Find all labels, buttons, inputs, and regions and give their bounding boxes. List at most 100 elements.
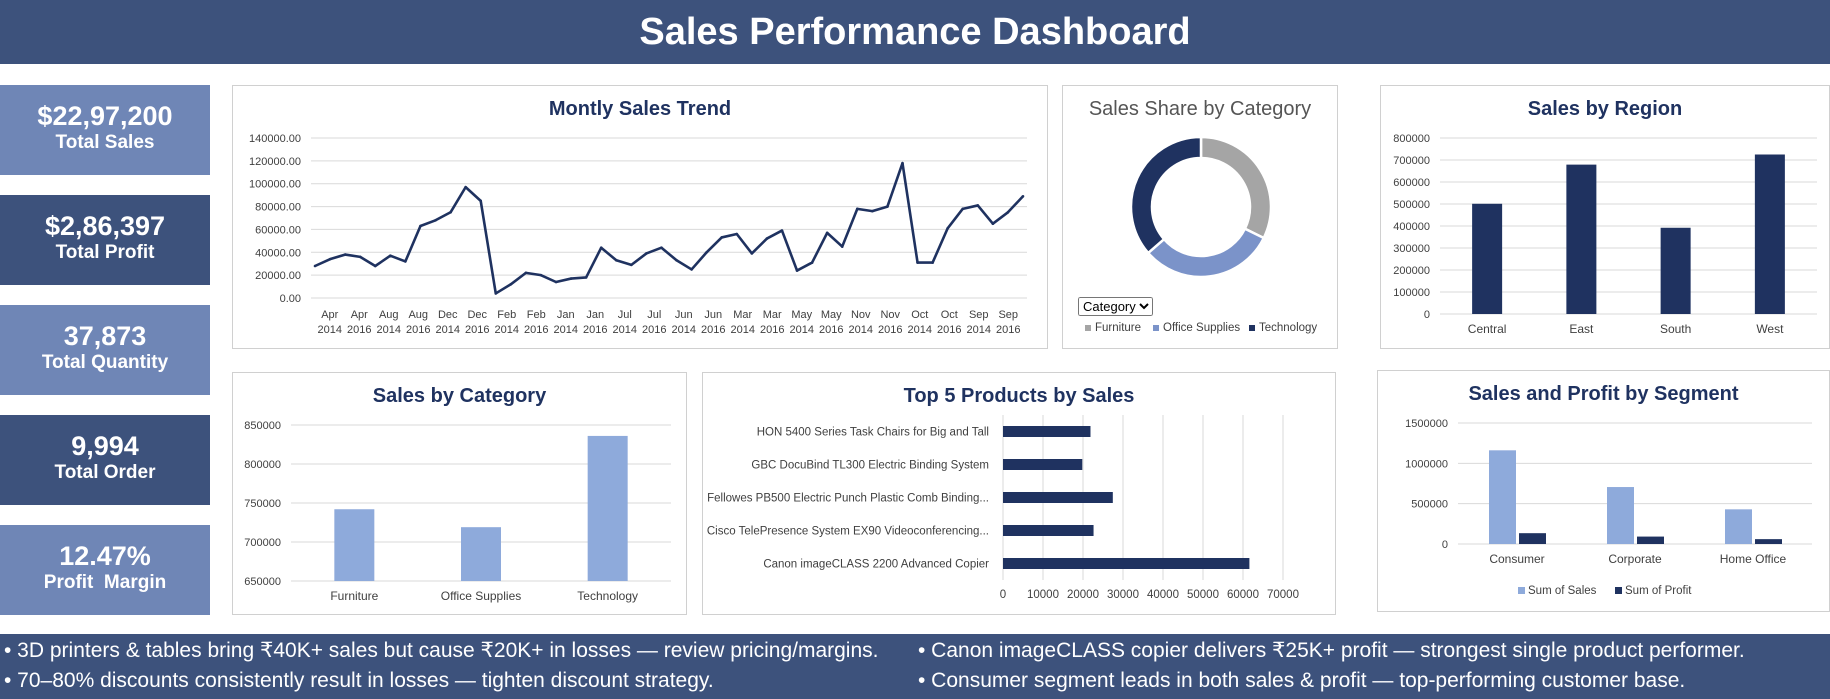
kpi-total-sales: $22,97,200 Total Sales: [0, 85, 210, 175]
y-tick-label: 100000.00: [249, 179, 301, 191]
profit-bar-home-office: [1755, 539, 1782, 544]
x-tick-label: Sep: [998, 309, 1018, 321]
data-point: [630, 263, 633, 267]
x-tick-label: 2016: [878, 324, 902, 336]
data-point: [916, 261, 919, 264]
x-tick-label: 70000: [1267, 589, 1299, 601]
data-point: [871, 209, 874, 213]
data-point: [675, 258, 678, 262]
x-tick-label: Sep: [969, 309, 989, 321]
kpi-label: Total Sales: [55, 132, 155, 153]
data-point: [358, 255, 362, 259]
insight-item: • Consumer segment leads in both sales &…: [918, 669, 1686, 692]
y-tick-label: 400000: [1393, 221, 1430, 233]
sales-category-chart: 650000 700000 750000 800000 850000 Furniture O…: [244, 420, 671, 603]
y-tick-label: 1500000: [1405, 418, 1448, 430]
data-point: [584, 276, 588, 279]
data-point: [901, 161, 904, 165]
kpi-total-order: 9,994 Total Order: [0, 415, 210, 505]
x-tick-label: 2016: [819, 324, 843, 336]
x-tick-label: 2014: [377, 324, 401, 336]
data-point: [434, 218, 437, 222]
data-point: [479, 199, 483, 203]
data-point: [389, 254, 392, 258]
product-bar: [1003, 426, 1091, 437]
insights-bar: • 3D printers & tables bring ₹40K+ sales…: [0, 634, 1830, 699]
y-tick-label: 650000: [244, 576, 281, 588]
kpi-label: Total Order: [54, 462, 156, 483]
data-point: [313, 264, 317, 268]
category-label: Home Office: [1720, 552, 1787, 566]
product-bar: [1003, 492, 1113, 503]
y-tick-label: 200000: [1393, 265, 1430, 277]
x-tick-label: Apr: [321, 309, 338, 321]
kpi-value: $2,86,397: [44, 211, 166, 241]
y-tick-label: 700000: [1393, 155, 1430, 167]
y-tick-label: 20000.00: [255, 270, 301, 282]
x-tick-label: Dec: [438, 309, 458, 321]
x-tick-label: Jun: [704, 309, 722, 321]
data-point: [373, 264, 377, 268]
kpi-value: $22,97,200: [37, 101, 173, 131]
data-point: [795, 269, 799, 272]
x-tick-label: Nov: [851, 309, 871, 321]
y-tick-label: 0: [1424, 309, 1430, 321]
x-tick-label: Dec: [467, 309, 487, 321]
top-products-panel: Top 5 Products by Sales 0 10000 20000 30000…: [702, 372, 1336, 615]
x-tick-label: May: [791, 309, 812, 321]
y-tick-label: 850000: [244, 420, 281, 432]
legend-label: Furniture: [1095, 322, 1141, 334]
sales-trend-line: [314, 161, 1024, 295]
legend-swatch: [1518, 587, 1525, 594]
x-tick-label: 40000: [1147, 589, 1179, 601]
y-tick-label: 0: [1442, 539, 1448, 551]
legend-swatch: [1249, 325, 1255, 331]
y-tick-label: 60000.00: [255, 224, 301, 236]
x-tick-label: 2014: [849, 324, 873, 336]
data-point: [449, 210, 452, 214]
x-tick-label: 2014: [554, 324, 578, 336]
bar-east: [1566, 164, 1597, 314]
bar-technology: [587, 435, 628, 581]
insight-item: • 70–80% discounts consistently result i…: [4, 669, 714, 692]
monthly-sales-panel: Montly Sales Trend 0.00 20000.00 40000.00 6…: [232, 85, 1048, 349]
data-point: [961, 207, 965, 211]
data-point: [404, 260, 407, 263]
segment-panel: Sales and Profit by Segment 0 500000 10000…: [1377, 370, 1830, 612]
category-filter-dropdown[interactable]: Category: [1078, 297, 1153, 316]
kpi-label: Total Profit: [55, 242, 155, 263]
data-point: [614, 258, 618, 262]
data-point: [946, 226, 949, 230]
x-tick-label: 0: [1000, 589, 1006, 601]
data-point: [328, 257, 332, 261]
x-tick-label: Feb: [497, 309, 516, 321]
data-point: [780, 229, 784, 232]
y-tick-label: 500000: [1411, 499, 1448, 511]
y-tick-label: 500000: [1393, 199, 1430, 211]
x-tick-label: Oct: [941, 309, 958, 321]
x-tick-label: 2014: [731, 324, 755, 336]
data-point: [886, 205, 889, 208]
legend-swatch: [1615, 587, 1622, 594]
bar-west: [1754, 154, 1785, 314]
bar-office-supplies: [461, 527, 501, 581]
data-point: [735, 232, 739, 236]
x-tick-label: 2014: [908, 324, 932, 336]
x-tick-label: 2014: [436, 324, 460, 336]
data-point: [825, 231, 829, 235]
x-tick-label: 20000: [1067, 589, 1099, 601]
x-tick-label: 30000: [1107, 589, 1139, 601]
x-tick-label: Mar: [733, 309, 752, 321]
legend-label: Sum of Sales: [1528, 585, 1597, 597]
data-point: [419, 224, 422, 228]
category-label: East: [1569, 322, 1594, 336]
dashboard-title: Sales Performance Dashboard: [639, 11, 1191, 53]
x-tick-label: 2014: [495, 324, 519, 336]
top-products-chart: 0 10000 20000 30000 40000 50000 60000 70000 HON …: [707, 415, 1299, 601]
product-bar: [1003, 459, 1083, 470]
legend-label: Office Supplies: [1163, 322, 1240, 334]
data-point: [494, 292, 498, 295]
kpi-label: Profit Margin: [43, 572, 167, 593]
x-tick-label: 2014: [613, 324, 637, 336]
insight-item: • Canon imageCLASS copier delivers ₹25K+…: [918, 639, 1745, 662]
